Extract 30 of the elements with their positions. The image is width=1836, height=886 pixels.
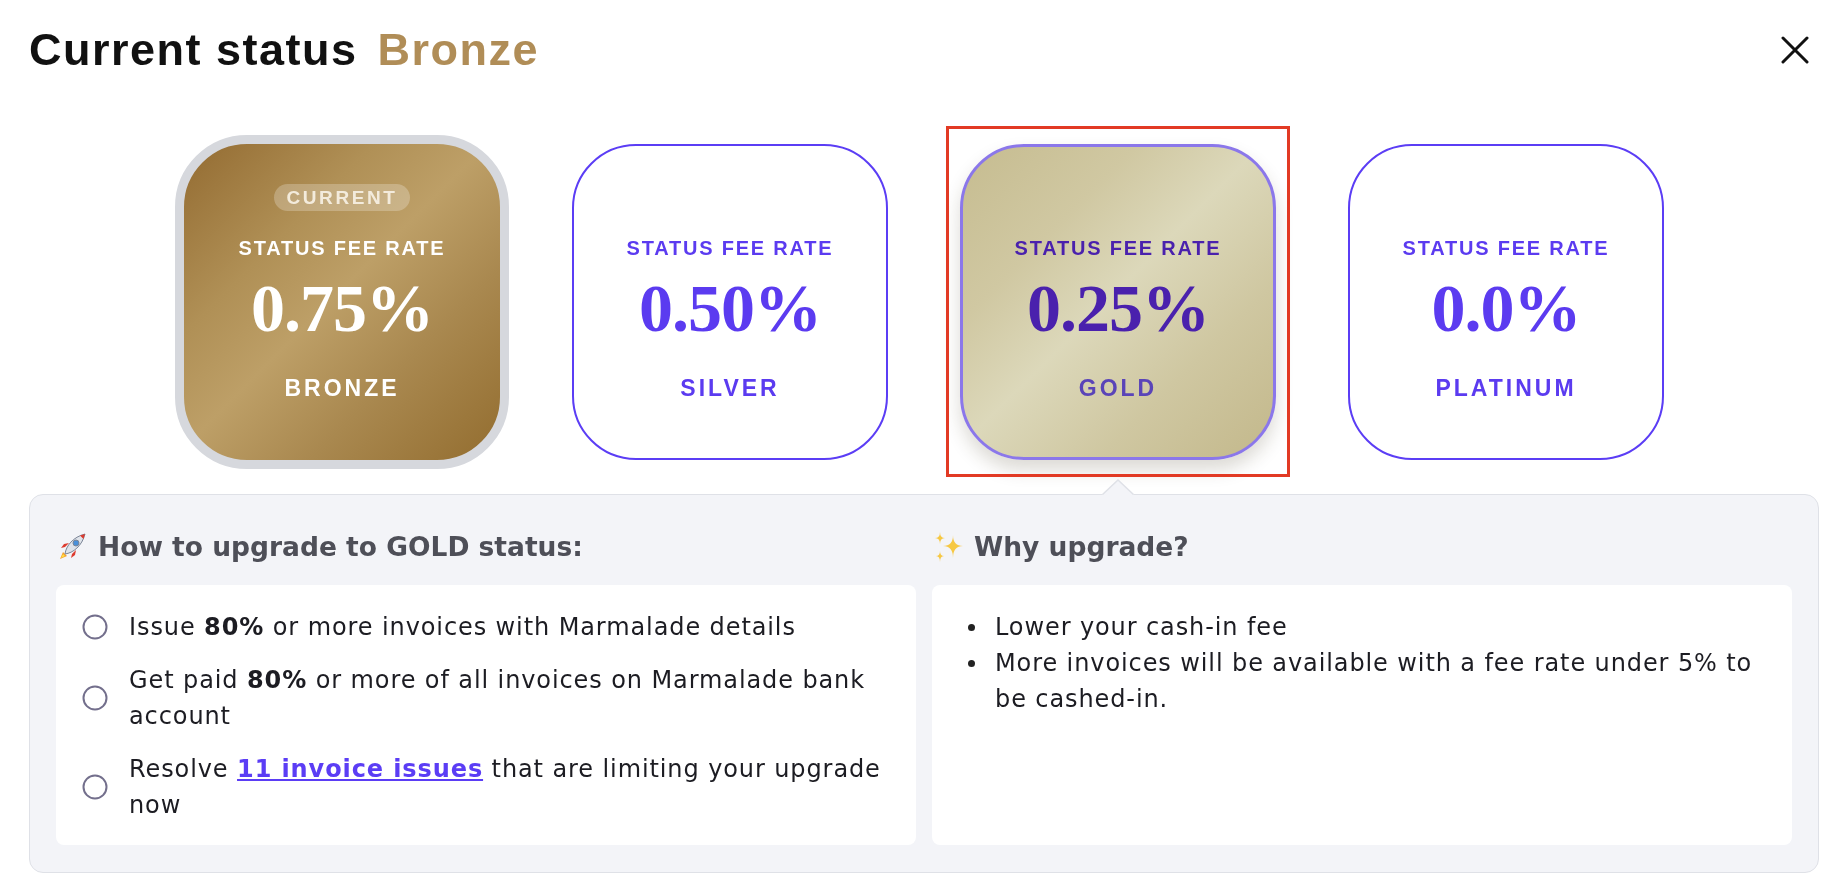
tier-card[interactable]: STATUS FEE RATE 0.50% SILVER: [572, 144, 888, 460]
fee-rate-label: STATUS FEE RATE: [1402, 236, 1610, 260]
requirement-text: Resolve 11 invoice issues that are limiting your upgrade now: [129, 754, 882, 821]
fee-rate-value: 0.75%: [251, 272, 433, 344]
close-button[interactable]: [1779, 34, 1811, 66]
fee-rate-label: STATUS FEE RATE: [1014, 236, 1222, 260]
benefit-text: More invoices will be available with a fee rate under 5% to be cashed-in.: [995, 648, 1754, 715]
tier-name: SILVER: [680, 374, 780, 402]
tier-card[interactable]: STATUS FEE RATE 0.25% GOLD: [960, 144, 1276, 460]
current-badge: CURRENT: [274, 184, 410, 211]
invoice-issues-link[interactable]: 11 invoice issues: [237, 755, 484, 783]
requirement-text: Issue 80% or more invoices with Marmalade details: [129, 612, 796, 643]
current-status-name: Bronze: [377, 23, 540, 77]
fee-rate-value: 0.25%: [1027, 272, 1209, 344]
bullet-icon: [968, 624, 975, 631]
fee-rate-value: 0.50%: [639, 272, 821, 344]
tier-name: PLATINUM: [1435, 374, 1577, 402]
benefit-text: Lower your cash-in fee: [995, 612, 1288, 643]
close-icon: [1781, 36, 1809, 64]
requirement-text: Get paid 80% or more of all invoices on Marmalade bank account: [129, 665, 867, 732]
bullet-icon: [968, 660, 975, 667]
tier-card[interactable]: STATUS FEE RATE 0.0% PLATINUM: [1348, 144, 1664, 460]
dialog-title: Current status: [29, 23, 358, 77]
fee-rate-value: 0.0%: [1431, 272, 1581, 344]
fee-rate-label: STATUS FEE RATE: [626, 236, 834, 260]
section-heading: Why upgrade?: [974, 530, 1189, 564]
fee-rate-label: STATUS FEE RATE: [238, 236, 446, 260]
section-heading: How to upgrade to GOLD status:: [98, 530, 583, 564]
tier-name: GOLD: [1078, 374, 1158, 402]
tier-name: BRONZE: [284, 374, 400, 402]
